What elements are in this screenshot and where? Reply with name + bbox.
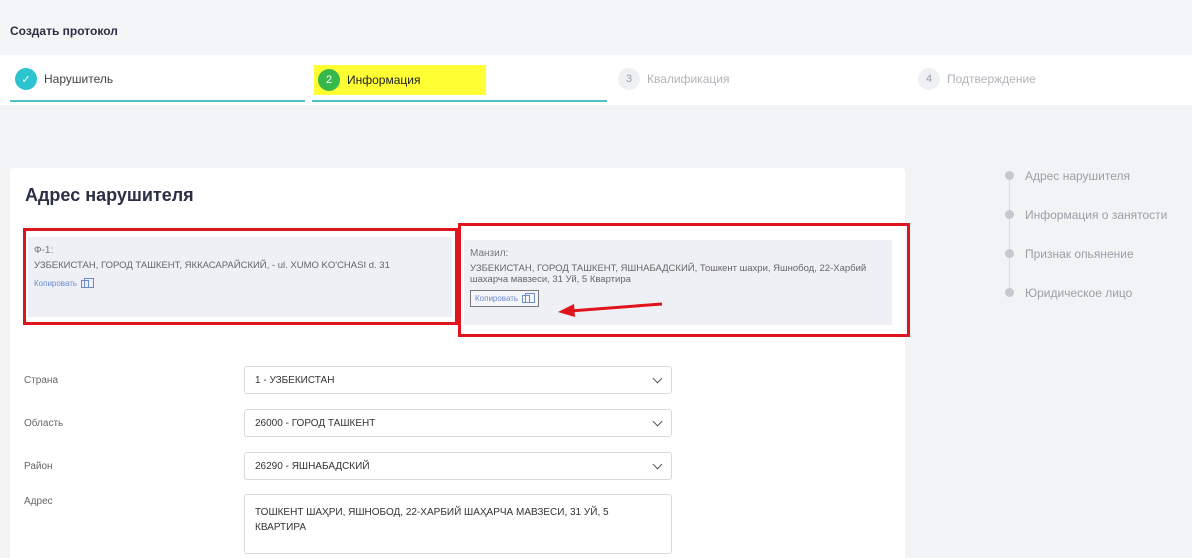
country-select[interactable]: 1 - УЗБЕКИСТАН bbox=[244, 366, 672, 394]
check-icon: ✓ bbox=[15, 68, 37, 90]
region-value: 26000 - ГОРОД ТАШКЕНТ bbox=[255, 417, 376, 429]
section-nav-item[interactable]: Адрес нарушителя bbox=[1005, 156, 1167, 195]
address-f1-value: УЗБЕКИСТАН, ГОРОД ТАШКЕНТ, ЯККАСАРАЙСКИЙ… bbox=[34, 260, 390, 271]
dot-icon bbox=[1005, 249, 1014, 258]
step-confirmation[interactable]: 4 Подтверждение bbox=[918, 65, 1036, 93]
address-textarea[interactable]: ТОШКЕНТ ШАҲРИ, ЯШНОБОД, 22-ХАРБИЙ ШАҲАРЧ… bbox=[244, 494, 672, 554]
country-value: 1 - УЗБЕКИСТАН bbox=[255, 374, 335, 386]
page-title: Создать протокол bbox=[10, 24, 118, 38]
district-label: Район bbox=[24, 461, 53, 472]
address-manzil-panel: Манзил: УЗБЕКИСТАН, ГОРОД ТАШКЕНТ, ЯШНАБ… bbox=[464, 240, 892, 325]
dot-icon bbox=[1005, 210, 1014, 219]
copy-button-label: Копировать bbox=[475, 294, 519, 303]
copy-button[interactable]: Копировать bbox=[470, 290, 540, 307]
address-manzil-caption: Манзил: bbox=[470, 248, 509, 259]
chevron-down-icon bbox=[652, 373, 663, 384]
step-underline bbox=[10, 100, 305, 102]
address-manzil-value: УЗБЕКИСТАН, ГОРОД ТАШКЕНТ, ЯШНАБАДСКИЙ, … bbox=[470, 263, 867, 285]
step-violator[interactable]: ✓ Нарушитель bbox=[15, 65, 113, 93]
section-nav-item[interactable]: Признак опьянение bbox=[1005, 234, 1167, 273]
stepper: ✓ Нарушитель 2 Информация 3 Квалификация… bbox=[0, 55, 1192, 105]
section-nav: Адрес нарушителя Информация о занятости … bbox=[1005, 156, 1167, 312]
step-label: Информация bbox=[347, 73, 421, 87]
step-number: 2 bbox=[318, 69, 340, 91]
step-number: 3 bbox=[618, 68, 640, 90]
region-select[interactable]: 26000 - ГОРОД ТАШКЕНТ bbox=[244, 409, 672, 437]
step-number: 4 bbox=[918, 68, 940, 90]
dot-icon bbox=[1005, 171, 1014, 180]
step-label: Квалификация bbox=[647, 72, 730, 86]
region-label: Область bbox=[24, 418, 64, 429]
topbar: Создать протокол bbox=[0, 0, 1192, 55]
district-select[interactable]: 26290 - ЯШНАБАДСКИЙ bbox=[244, 452, 672, 480]
dot-icon bbox=[1005, 288, 1014, 297]
step-underline bbox=[312, 100, 607, 102]
copy-icon bbox=[522, 292, 536, 303]
copy-button-label: Копировать bbox=[34, 279, 78, 288]
country-label: Страна bbox=[24, 375, 59, 386]
section-nav-label: Информация о занятости bbox=[1025, 207, 1168, 222]
section-nav-item[interactable]: Юридическое лицо bbox=[1005, 273, 1167, 312]
step-label: Нарушитель bbox=[44, 72, 114, 86]
step-label: Подтверждение bbox=[947, 72, 1036, 86]
copy-button[interactable]: Копировать bbox=[34, 277, 95, 288]
copy-icon bbox=[81, 277, 95, 288]
address-f1-caption: Ф-1: bbox=[34, 245, 54, 256]
step-qualification[interactable]: 3 Квалификация bbox=[618, 65, 729, 93]
section-heading: Адрес нарушителя bbox=[25, 185, 194, 205]
section-nav-label: Признак опьянение bbox=[1025, 246, 1134, 261]
chevron-down-icon bbox=[652, 459, 663, 470]
step-information[interactable]: 2 Информация bbox=[314, 65, 486, 95]
address-f1-panel: Ф-1: УЗБЕКИСТАН, ГОРОД ТАШКЕНТ, ЯККАСАРА… bbox=[28, 237, 452, 317]
annotation-arrow bbox=[558, 302, 663, 317]
section-nav-label: Юридическое лицо bbox=[1025, 285, 1133, 300]
chevron-down-icon bbox=[652, 416, 663, 427]
section-nav-label: Адрес нарушителя bbox=[1025, 168, 1130, 183]
address-label: Адрес bbox=[24, 496, 53, 507]
section-nav-item[interactable]: Информация о занятости bbox=[1005, 195, 1167, 234]
district-value: 26290 - ЯШНАБАДСКИЙ bbox=[255, 460, 370, 472]
